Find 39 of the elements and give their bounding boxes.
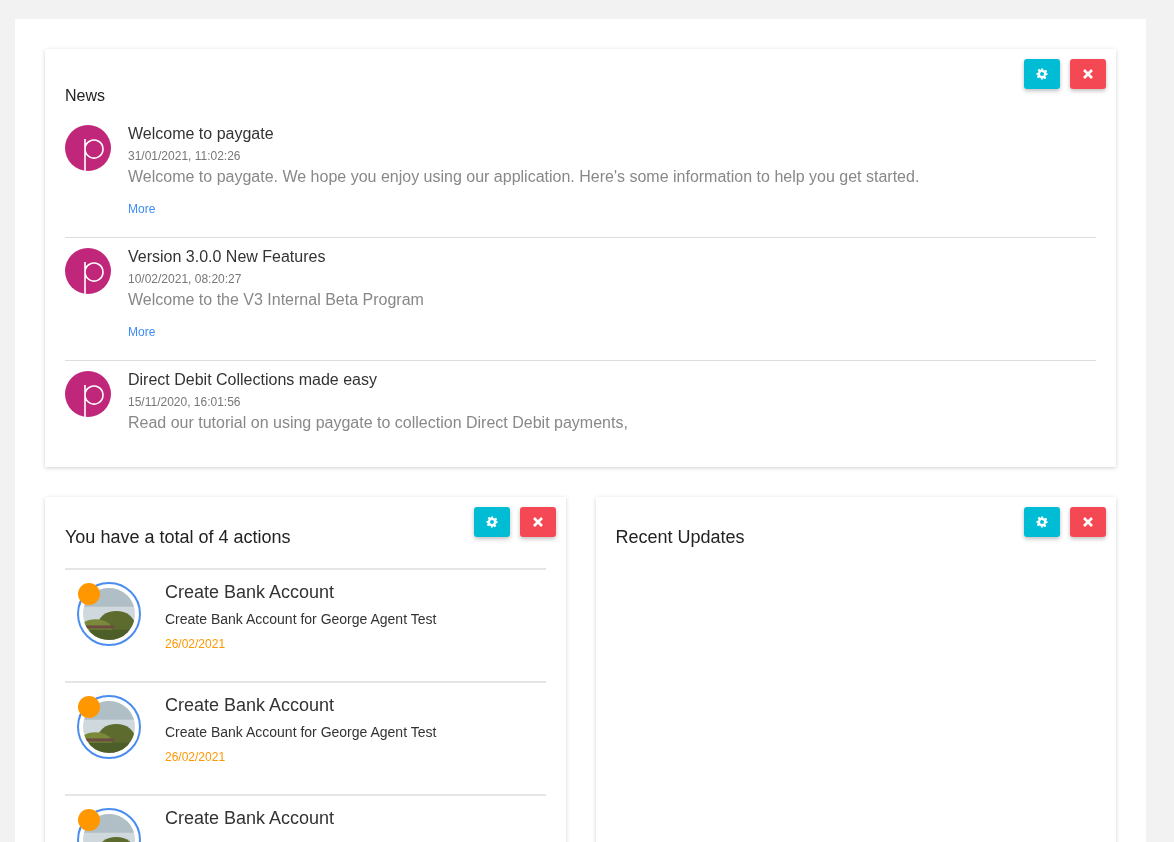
action-title: Create Bank Account xyxy=(165,582,336,603)
action-title: Create Bank Account xyxy=(165,808,335,829)
more-link[interactable]: More xyxy=(128,202,156,216)
status-dot xyxy=(78,809,100,831)
close-icon xyxy=(1083,69,1093,79)
close-button[interactable] xyxy=(1070,59,1106,89)
logo-icon xyxy=(65,248,111,294)
close-icon xyxy=(532,517,543,527)
action-date: 26/02/2021 xyxy=(165,637,227,651)
news-text: Welcome to paygate. We hope you enjoy using our application. Here's some information to help you get started. xyxy=(128,168,920,186)
news-title: Welcome to paygate xyxy=(128,125,275,143)
close-button[interactable] xyxy=(1070,507,1106,537)
news-date: 10/02/2021, 08:20:27 xyxy=(128,272,243,286)
status-dot xyxy=(78,696,100,718)
settings-icon xyxy=(1036,516,1048,528)
action-description: Create Bank Account for George Agent Test xyxy=(165,724,437,740)
news-text: Welcome to the V3 Internal Beta Program xyxy=(128,291,424,309)
news-text: Read our tutorial on using paygate to collection Direct Debit payments, xyxy=(128,414,628,432)
news-title: Version 3.0.0 New Features xyxy=(128,248,327,266)
status-dot xyxy=(78,583,100,605)
logo-icon xyxy=(65,125,111,171)
news-title: Direct Debit Collections made easy xyxy=(128,371,378,389)
action-description: Create Bank Account for George Agent Test xyxy=(165,611,437,627)
settings-button[interactable] xyxy=(473,507,510,537)
news-date: 15/11/2020, 16:01:56 xyxy=(128,395,242,409)
action-date: 26/02/2021 xyxy=(165,750,227,764)
card-title: Recent Updates xyxy=(615,527,746,548)
news-date: 31/01/2021, 11:02:26 xyxy=(128,149,242,163)
close-button[interactable] xyxy=(519,507,556,537)
settings-icon xyxy=(1036,68,1048,80)
logo-icon xyxy=(65,371,111,417)
settings-icon xyxy=(485,516,498,528)
action-title: Create Bank Account xyxy=(165,695,336,716)
more-link[interactable]: More xyxy=(128,325,156,339)
settings-button[interactable] xyxy=(1024,59,1060,89)
card-title: You have a total of 4 actions xyxy=(65,527,292,548)
settings-button[interactable] xyxy=(1024,507,1060,537)
close-icon xyxy=(1083,517,1093,527)
card-title: News xyxy=(65,87,106,105)
